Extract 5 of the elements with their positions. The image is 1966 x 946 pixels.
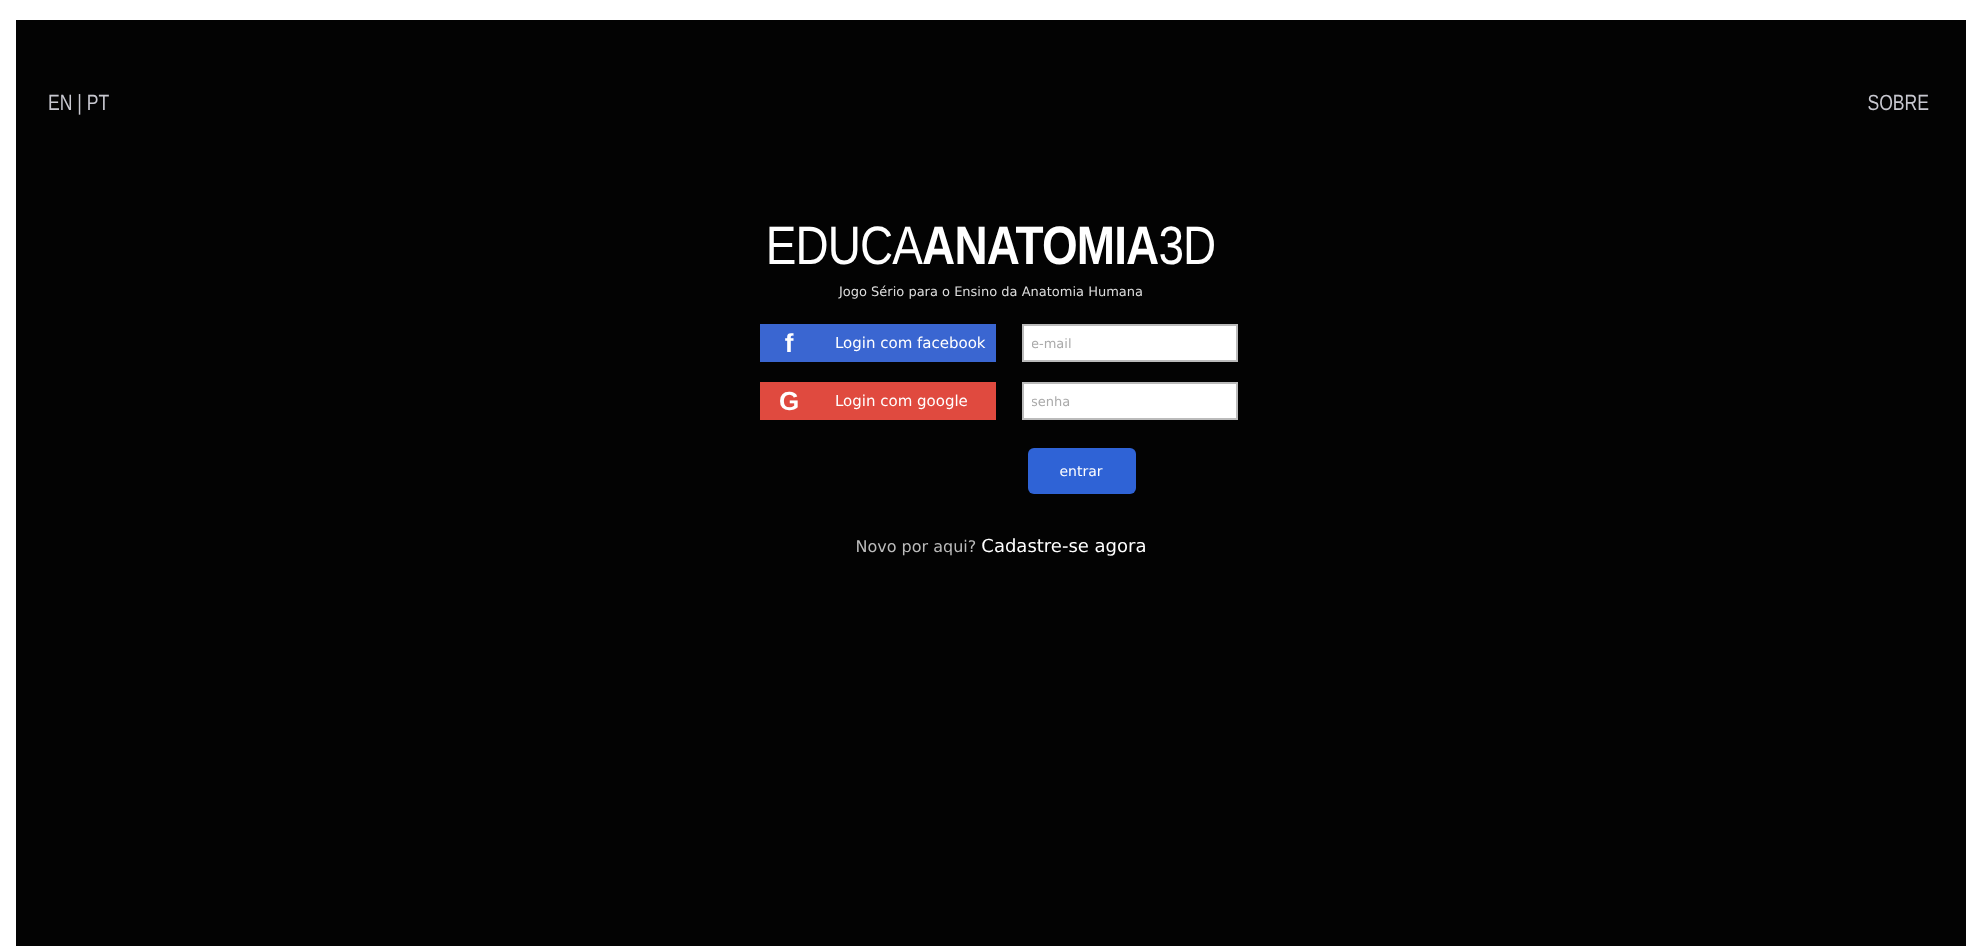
language-links[interactable]: EN | PT — [48, 92, 110, 116]
signup-prompt: Novo por aqui? Cadastre-se agora — [855, 538, 1147, 558]
about-link[interactable]: SOBRE — [1868, 92, 1930, 116]
logo: EDUCAANATOMIA3D — [766, 216, 1216, 278]
signup-link[interactable]: Cadastre-se agora — [981, 538, 1147, 558]
